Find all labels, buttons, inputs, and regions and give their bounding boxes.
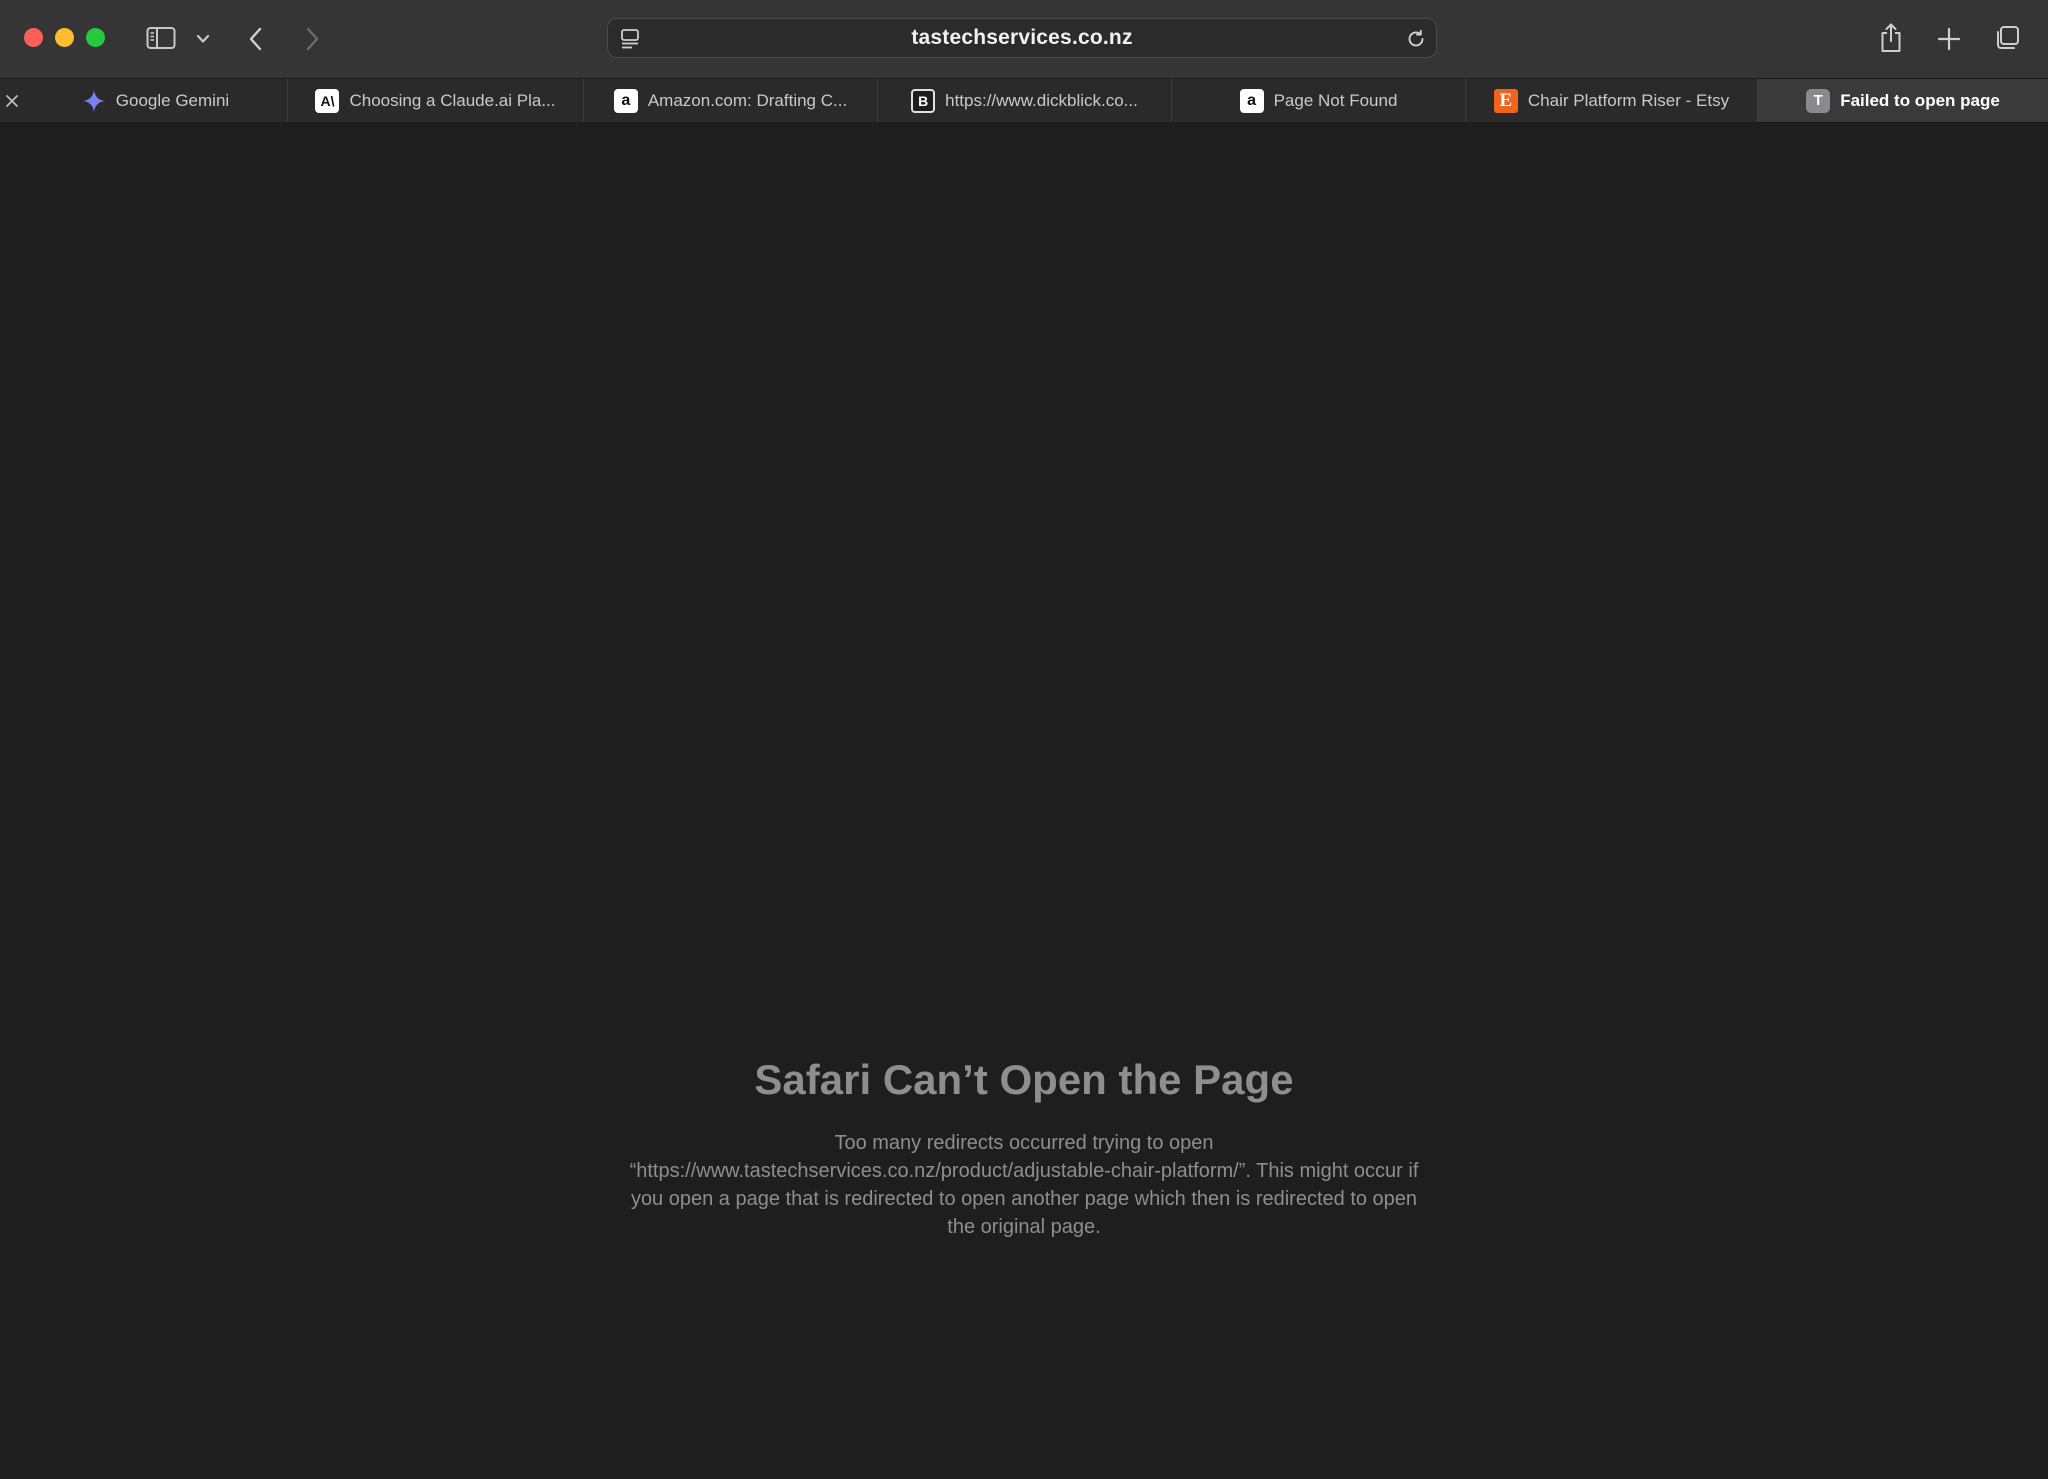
etsy-icon: E xyxy=(1493,88,1518,113)
share-icon[interactable] xyxy=(1876,21,1906,55)
close-window-button[interactable] xyxy=(24,28,43,47)
tab-page-not-found[interactable]: a Page Not Found xyxy=(1172,79,1466,122)
error-title: Safari Can’t Open the Page xyxy=(754,1056,1294,1103)
tab-google-gemini[interactable]: Google Gemini xyxy=(24,79,288,122)
reload-icon[interactable] xyxy=(1404,27,1428,51)
minimize-window-button[interactable] xyxy=(55,28,74,47)
tab-label: Chair Platform Riser - Etsy xyxy=(1527,90,1730,110)
address-bar[interactable]: tastechservices.co.nz xyxy=(607,18,1437,58)
tab-amazon-drafting[interactable]: a Amazon.com: Drafting C... xyxy=(584,79,878,122)
forward-icon[interactable] xyxy=(300,24,324,54)
back-icon[interactable] xyxy=(244,24,268,54)
url-text[interactable]: tastechservices.co.nz xyxy=(608,19,1436,57)
maximize-window-button[interactable] xyxy=(86,28,105,47)
sidebar-toggle-icon[interactable] xyxy=(145,24,177,52)
tab-letter-icon: T xyxy=(1806,88,1831,113)
tab-bar: Google Gemini A\ Choosing a Claude.ai Pl… xyxy=(0,78,2048,123)
tab-label: Choosing a Claude.ai Pla... xyxy=(349,90,556,110)
close-tab-icon[interactable] xyxy=(2,91,22,111)
tab-etsy-riser[interactable]: E Chair Platform Riser - Etsy xyxy=(1466,79,1758,122)
tab-label: https://www.dickblick.co... xyxy=(945,90,1138,110)
anthropic-icon: A\ xyxy=(315,88,340,113)
tab-label: Failed to open page xyxy=(1840,90,2000,110)
new-tab-icon[interactable] xyxy=(1934,24,1964,54)
tab-dickblick[interactable]: B https://www.dickblick.co... xyxy=(878,79,1172,122)
error-message: Too many redirects occurred trying to op… xyxy=(629,1132,1419,1238)
page-content: Safari Can’t Open the Page Too many redi… xyxy=(0,123,2048,1479)
blick-icon: B xyxy=(911,88,936,113)
gemini-star-icon xyxy=(82,89,106,113)
tab-overview-icon[interactable] xyxy=(1991,22,2023,54)
amazon-icon: a xyxy=(1239,88,1264,113)
tab-label: Page Not Found xyxy=(1273,90,1398,110)
tab-failed-to-open[interactable]: T Failed to open page xyxy=(1758,79,2048,122)
toolbar: tastechservices.co.nz xyxy=(0,0,2048,78)
amazon-icon: a xyxy=(613,88,638,113)
chevron-down-icon[interactable] xyxy=(193,29,213,49)
tab-claude-plan[interactable]: A\ Choosing a Claude.ai Pla... xyxy=(288,79,584,122)
browser-window: tastechservices.co.nz Google Gemini A\ C… xyxy=(0,0,2048,1479)
tab-label: Amazon.com: Drafting C... xyxy=(647,90,848,110)
tab-label: Google Gemini xyxy=(115,90,230,110)
